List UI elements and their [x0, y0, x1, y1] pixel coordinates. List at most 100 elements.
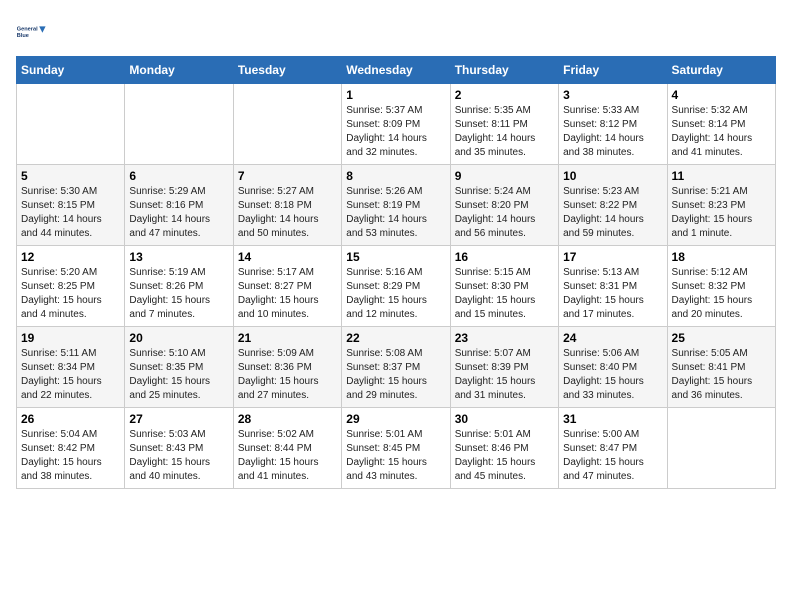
day-number: 30 — [455, 412, 554, 426]
day-info: Sunrise: 5:00 AMSunset: 8:47 PMDaylight:… — [563, 428, 662, 484]
page-header: GeneralBlue — [16, 16, 776, 48]
day-number: 23 — [455, 331, 554, 345]
calendar-cell: 3 Sunrise: 5:33 AMSunset: 8:12 PMDaylight… — [559, 84, 667, 165]
calendar-week-row: 26 Sunrise: 5:04 AMSunset: 8:42 PMDayligh… — [17, 408, 776, 489]
day-number: 18 — [672, 250, 771, 264]
day-info: Sunrise: 5:23 AMSunset: 8:22 PMDaylight:… — [563, 185, 662, 241]
day-info: Sunrise: 5:08 AMSunset: 8:37 PMDaylight:… — [346, 347, 445, 403]
calendar-week-row: 12 Sunrise: 5:20 AMSunset: 8:25 PMDayligh… — [17, 246, 776, 327]
day-info: Sunrise: 5:35 AMSunset: 8:11 PMDaylight:… — [455, 104, 554, 160]
day-info: Sunrise: 5:32 AMSunset: 8:14 PMDaylight:… — [672, 104, 771, 160]
day-number: 9 — [455, 169, 554, 183]
calendar-cell: 18Sunrise: 5:12 AMSunset: 8:32 PMDayligh… — [667, 246, 775, 327]
calendar-week-row: 19 Sunrise: 5:11 AMSunset: 8:34 PMDayligh… — [17, 327, 776, 408]
weekday-header: Wednesday — [342, 57, 450, 84]
calendar-cell: 31 Sunrise: 5:00 AMSunset: 8:47 PMDayligh… — [559, 408, 667, 489]
calendar-cell: 13 Sunrise: 5:19 AMSunset: 8:26 PMDayligh… — [125, 246, 233, 327]
day-info: Sunrise: 5:09 AMSunset: 8:36 PMDaylight:… — [238, 347, 337, 403]
weekday-header: Monday — [125, 57, 233, 84]
calendar-cell — [233, 84, 341, 165]
day-info: Sunrise: 5:26 AMSunset: 8:19 PMDaylight:… — [346, 185, 445, 241]
day-info: Sunrise: 5:01 AMSunset: 8:45 PMDaylight:… — [346, 428, 445, 484]
day-info: Sunrise: 5:24 AMSunset: 8:20 PMDaylight:… — [455, 185, 554, 241]
calendar-cell: 2 Sunrise: 5:35 AMSunset: 8:11 PMDaylight… — [450, 84, 558, 165]
calendar-cell: 14Sunrise: 5:17 AMSunset: 8:27 PMDayligh… — [233, 246, 341, 327]
day-info: Sunrise: 5:29 AMSunset: 8:16 PMDaylight:… — [129, 185, 228, 241]
logo-icon: GeneralBlue — [16, 16, 48, 48]
calendar-cell: 5 Sunrise: 5:30 AMSunset: 8:15 PMDaylight… — [17, 165, 125, 246]
calendar-cell: 27 Sunrise: 5:03 AMSunset: 8:43 PMDayligh… — [125, 408, 233, 489]
day-number: 16 — [455, 250, 554, 264]
day-number: 12 — [21, 250, 120, 264]
weekday-header: Friday — [559, 57, 667, 84]
day-info: Sunrise: 5:07 AMSunset: 8:39 PMDaylight:… — [455, 347, 554, 403]
day-info: Sunrise: 5:01 AMSunset: 8:46 PMDaylight:… — [455, 428, 554, 484]
calendar-cell: 28Sunrise: 5:02 AMSunset: 8:44 PMDayligh… — [233, 408, 341, 489]
svg-text:Blue: Blue — [17, 33, 29, 39]
day-number: 24 — [563, 331, 662, 345]
day-number: 13 — [129, 250, 228, 264]
day-number: 22 — [346, 331, 445, 345]
day-number: 17 — [563, 250, 662, 264]
day-info: Sunrise: 5:03 AMSunset: 8:43 PMDaylight:… — [129, 428, 228, 484]
day-number: 10 — [563, 169, 662, 183]
day-number: 26 — [21, 412, 120, 426]
day-info: Sunrise: 5:37 AMSunset: 8:09 PMDaylight:… — [346, 104, 445, 160]
calendar-cell: 1Sunrise: 5:37 AMSunset: 8:09 PMDaylight… — [342, 84, 450, 165]
calendar-cell — [125, 84, 233, 165]
svg-text:General: General — [17, 26, 38, 32]
day-info: Sunrise: 5:04 AMSunset: 8:42 PMDaylight:… — [21, 428, 120, 484]
day-number: 6 — [129, 169, 228, 183]
day-number: 15 — [346, 250, 445, 264]
day-number: 21 — [238, 331, 337, 345]
day-number: 8 — [346, 169, 445, 183]
calendar-cell: 15 Sunrise: 5:16 AMSunset: 8:29 PMDayligh… — [342, 246, 450, 327]
day-number: 4 — [672, 88, 771, 102]
day-number: 2 — [455, 88, 554, 102]
calendar-cell: 26 Sunrise: 5:04 AMSunset: 8:42 PMDayligh… — [17, 408, 125, 489]
calendar-cell — [667, 408, 775, 489]
day-info: Sunrise: 5:21 AMSunset: 8:23 PMDaylight:… — [672, 185, 771, 241]
day-number: 11 — [672, 169, 771, 183]
calendar-cell: 4 Sunrise: 5:32 AMSunset: 8:14 PMDaylight… — [667, 84, 775, 165]
calendar-cell: 11 Sunrise: 5:21 AMSunset: 8:23 PMDayligh… — [667, 165, 775, 246]
day-info: Sunrise: 5:20 AMSunset: 8:25 PMDaylight:… — [21, 266, 120, 322]
day-number: 5 — [21, 169, 120, 183]
calendar-cell: 20 Sunrise: 5:10 AMSunset: 8:35 PMDayligh… — [125, 327, 233, 408]
day-info: Sunrise: 5:19 AMSunset: 8:26 PMDaylight:… — [129, 266, 228, 322]
day-number: 3 — [563, 88, 662, 102]
calendar-cell: 6 Sunrise: 5:29 AMSunset: 8:16 PMDaylight… — [125, 165, 233, 246]
weekday-header: Thursday — [450, 57, 558, 84]
calendar-cell: 24Sunrise: 5:06 AMSunset: 8:40 PMDayligh… — [559, 327, 667, 408]
day-info: Sunrise: 5:11 AMSunset: 8:34 PMDaylight:… — [21, 347, 120, 403]
calendar-cell: 19 Sunrise: 5:11 AMSunset: 8:34 PMDayligh… — [17, 327, 125, 408]
day-number: 20 — [129, 331, 228, 345]
day-info: Sunrise: 5:02 AMSunset: 8:44 PMDaylight:… — [238, 428, 337, 484]
calendar-table: SundayMondayTuesdayWednesdayThursdayFrid… — [16, 56, 776, 489]
calendar-cell: 9 Sunrise: 5:24 AMSunset: 8:20 PMDaylight… — [450, 165, 558, 246]
day-number: 19 — [21, 331, 120, 345]
calendar-cell: 7Sunrise: 5:27 AMSunset: 8:18 PMDaylight… — [233, 165, 341, 246]
day-number: 29 — [346, 412, 445, 426]
day-info: Sunrise: 5:05 AMSunset: 8:41 PMDaylight:… — [672, 347, 771, 403]
day-info: Sunrise: 5:16 AMSunset: 8:29 PMDaylight:… — [346, 266, 445, 322]
calendar-week-row: 5 Sunrise: 5:30 AMSunset: 8:15 PMDaylight… — [17, 165, 776, 246]
calendar-cell: 12 Sunrise: 5:20 AMSunset: 8:25 PMDayligh… — [17, 246, 125, 327]
day-info: Sunrise: 5:15 AMSunset: 8:30 PMDaylight:… — [455, 266, 554, 322]
day-info: Sunrise: 5:33 AMSunset: 8:12 PMDaylight:… — [563, 104, 662, 160]
calendar-cell: 17Sunrise: 5:13 AMSunset: 8:31 PMDayligh… — [559, 246, 667, 327]
day-number: 31 — [563, 412, 662, 426]
calendar-cell: 22 Sunrise: 5:08 AMSunset: 8:37 PMDayligh… — [342, 327, 450, 408]
calendar-cell: 21 Sunrise: 5:09 AMSunset: 8:36 PMDayligh… — [233, 327, 341, 408]
calendar-cell: 8 Sunrise: 5:26 AMSunset: 8:19 PMDaylight… — [342, 165, 450, 246]
calendar-cell: 10 Sunrise: 5:23 AMSunset: 8:22 PMDayligh… — [559, 165, 667, 246]
calendar-cell — [17, 84, 125, 165]
day-info: Sunrise: 5:17 AMSunset: 8:27 PMDaylight:… — [238, 266, 337, 322]
day-info: Sunrise: 5:10 AMSunset: 8:35 PMDaylight:… — [129, 347, 228, 403]
weekday-header: Tuesday — [233, 57, 341, 84]
day-number: 25 — [672, 331, 771, 345]
day-number: 27 — [129, 412, 228, 426]
calendar-cell: 23 Sunrise: 5:07 AMSunset: 8:39 PMDayligh… — [450, 327, 558, 408]
day-info: Sunrise: 5:30 AMSunset: 8:15 PMDaylight:… — [21, 185, 120, 241]
day-number: 7 — [238, 169, 337, 183]
